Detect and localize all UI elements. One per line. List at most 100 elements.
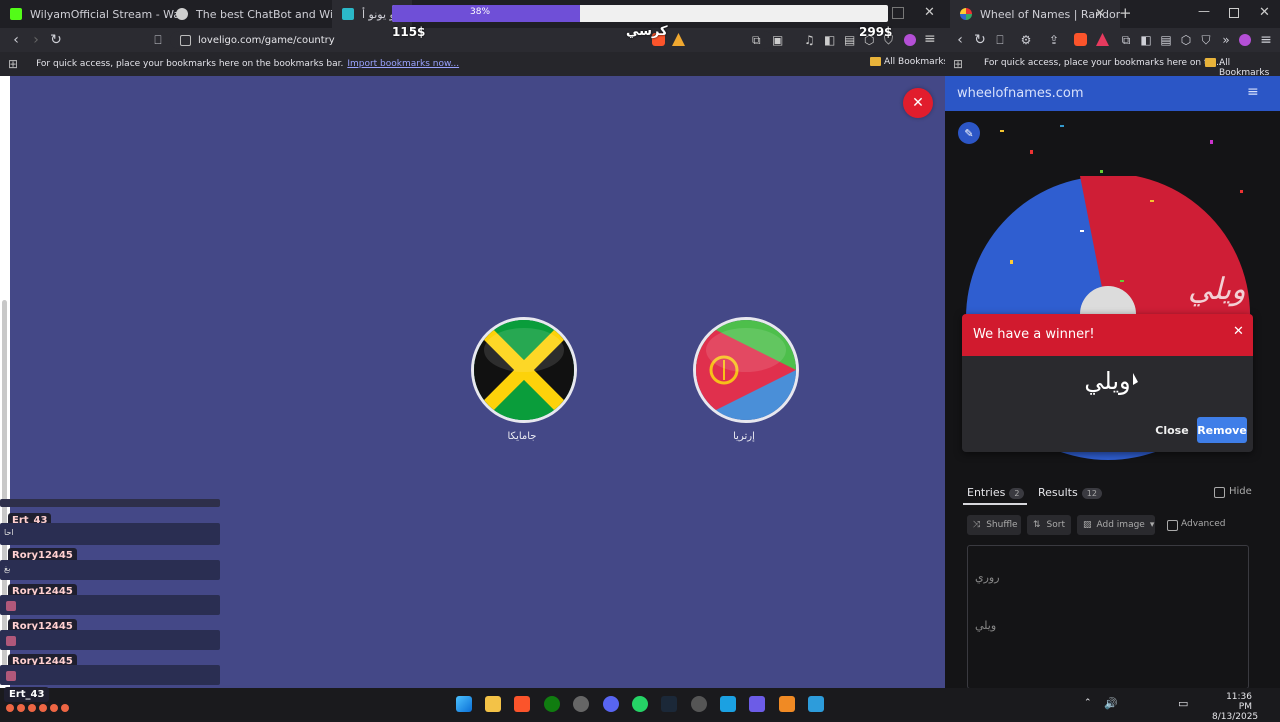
add-image-button[interactable]: ▨ Add image ▾ [1077, 515, 1155, 535]
start-menu-icon[interactable] [456, 696, 472, 712]
import-bookmarks-link[interactable]: Import bookmarks now... [347, 59, 459, 69]
window-close-icon[interactable]: ✕ [924, 5, 935, 20]
edit-pencil-icon[interactable]: ✎ [958, 122, 980, 144]
hide-checkbox[interactable] [1214, 487, 1225, 498]
url-field[interactable]: loveligo.com/game/country [170, 31, 773, 49]
extensions-icon[interactable]: ⧉ [1118, 32, 1134, 48]
tab-chatbot[interactable]: The best ChatBot and Widgets for Ki [166, 0, 346, 28]
obs-icon[interactable] [691, 696, 707, 712]
reload-icon[interactable]: ↻ [972, 32, 988, 48]
entries-textarea[interactable] [967, 545, 1249, 689]
all-bookmarks-button[interactable]: All Bookmarks [884, 57, 948, 67]
screenshot-icon[interactable]: ▣ [772, 33, 783, 47]
site-info-icon[interactable] [180, 35, 191, 46]
wallet-icon[interactable]: ▤ [1158, 32, 1174, 48]
vpn-icon[interactable]: ⬡ [1178, 32, 1194, 48]
all-bookmarks-button[interactable]: All Bookmarks [1219, 58, 1280, 78]
close-button[interactable]: Close [1150, 417, 1194, 443]
emote-icon [50, 704, 58, 712]
apps-icon[interactable]: ⊞ [8, 57, 18, 71]
leo-ai-icon[interactable] [1239, 34, 1251, 46]
wallet-icon[interactable]: ▤ [844, 33, 855, 47]
sidebar-icon[interactable]: ◧ [1138, 32, 1154, 48]
volume-icon[interactable]: 🔊 [1104, 697, 1118, 710]
whatsapp-icon[interactable] [632, 696, 648, 712]
tab-kick-stream[interactable]: WilyamOfficial Stream - Watch Live o [0, 0, 182, 28]
confetti [1210, 140, 1213, 144]
tab-close-icon[interactable]: ✕ [1095, 6, 1105, 20]
results-count: 12 [1081, 488, 1102, 499]
confetti [1080, 230, 1084, 232]
tab-entries-label: Entries [967, 486, 1006, 499]
forward-icon[interactable]: › [28, 32, 44, 48]
more-icon[interactable]: » [1218, 32, 1234, 48]
advanced-checkbox[interactable] [1167, 520, 1178, 531]
brave-browser-icon[interactable] [514, 696, 530, 712]
tray-chevron-icon[interactable]: ⌃ [1084, 698, 1092, 708]
hamburger-menu-icon[interactable]: ≡ [1247, 84, 1259, 100]
confetti [1000, 130, 1004, 132]
app-icon[interactable] [779, 696, 795, 712]
flag-option-eritrea[interactable] [693, 317, 799, 423]
sidebar-icon[interactable]: ◧ [824, 33, 835, 47]
tab-results[interactable]: Results 12 [1038, 486, 1102, 499]
discord-icon[interactable] [603, 696, 619, 712]
clock-date: 8/13/2025 [1212, 712, 1259, 722]
sort-button[interactable]: ⇅ Sort [1027, 515, 1071, 535]
site-info-icon[interactable]: ⚙ [1018, 32, 1034, 48]
brave-shield-icon[interactable] [1074, 33, 1087, 46]
flag-option-jamaica[interactable] [471, 317, 577, 423]
right-bookmarks-bar: ⊞ For quick access, place your bookmarks… [945, 52, 1280, 78]
entry-line: ويلي [975, 619, 997, 632]
bookmark-icon[interactable]: ⎕ [992, 32, 1008, 48]
xbox-icon[interactable] [544, 696, 560, 712]
game-icon [342, 8, 354, 20]
window-restore-icon[interactable] [892, 7, 904, 19]
back-icon[interactable]: ‹ [8, 32, 24, 48]
folder-icon [1205, 58, 1216, 67]
media-icon[interactable]: ♫ [804, 33, 815, 47]
goal-progress-label: 38% [470, 7, 491, 17]
chatbot-icon [176, 8, 188, 20]
remove-button[interactable]: Remove [1197, 417, 1247, 443]
menu-icon[interactable]: ≡ [1258, 32, 1274, 48]
scrollbar[interactable] [2, 300, 7, 680]
minimize-icon[interactable]: — [1198, 4, 1210, 18]
bookmark-icon[interactable]: ⎕ [150, 32, 166, 48]
app-icon[interactable] [720, 696, 736, 712]
mouse-cursor-icon [1133, 373, 1138, 385]
extensions-icon[interactable]: ⧉ [752, 33, 761, 48]
steam-icon[interactable] [661, 696, 677, 712]
leo-ai-icon[interactable] [904, 34, 916, 46]
eritrea-flag-icon [696, 320, 796, 420]
emote-icon [6, 704, 14, 712]
chat-row [0, 499, 220, 507]
shield-icon[interactable]: ⛉ [1198, 32, 1214, 48]
game-close-button[interactable]: ✕ [903, 88, 933, 118]
maximize-icon[interactable] [1229, 8, 1239, 18]
emote-icon [28, 704, 36, 712]
chat-row [0, 630, 220, 650]
app-icon[interactable] [749, 696, 765, 712]
shuffle-button[interactable]: ⤨ Shuffle [967, 515, 1021, 535]
app-icon[interactable] [808, 696, 824, 712]
site-name[interactable]: wheelofnames.com [957, 86, 1084, 101]
folder-icon [870, 57, 881, 66]
app-icon[interactable] [573, 696, 589, 712]
share-icon[interactable]: ⇪ [1046, 32, 1062, 48]
network-icon[interactable]: ▭ [1178, 697, 1188, 710]
back-icon[interactable]: ‹ [952, 32, 968, 48]
menu-icon[interactable]: ≡ [924, 31, 936, 47]
new-tab-icon[interactable]: + [1119, 4, 1132, 22]
clock[interactable]: 11:36 PM 8/13/2025 [1212, 692, 1259, 722]
wheel-of-names-icon [960, 8, 972, 20]
apps-icon[interactable]: ⊞ [953, 57, 963, 71]
window-close-icon[interactable]: ✕ [1259, 5, 1270, 20]
reload-icon[interactable]: ↻ [48, 32, 64, 48]
file-explorer-icon[interactable] [485, 696, 501, 712]
confetti [1240, 190, 1243, 193]
tab-entries[interactable]: Entries 2 [967, 486, 1025, 499]
chevron-down-icon: ▾ [1149, 520, 1155, 530]
jamaica-flag-icon [474, 320, 574, 420]
close-icon[interactable]: ✕ [1233, 324, 1244, 339]
